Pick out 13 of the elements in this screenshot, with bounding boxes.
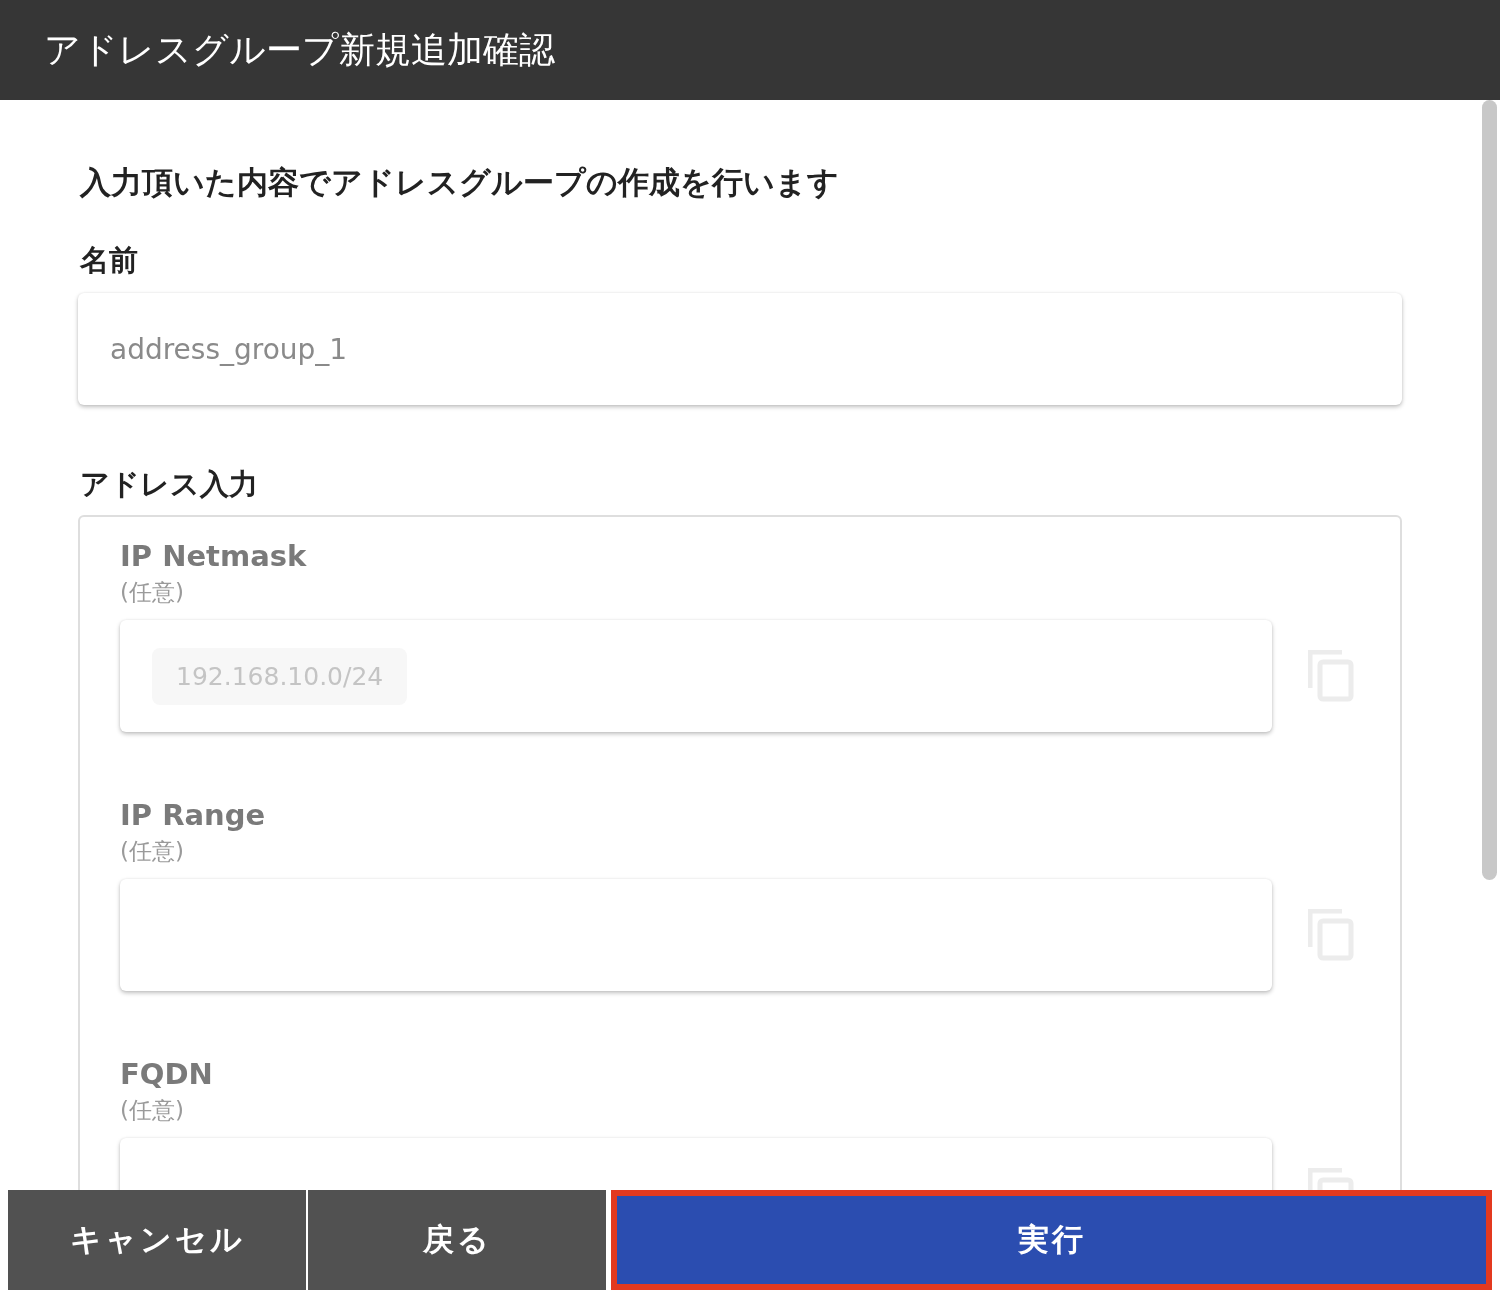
back-button[interactable]: 戻る	[308, 1190, 606, 1290]
window-title: アドレスグループ新規追加確認	[44, 27, 555, 72]
optional-note: (任意)	[120, 578, 185, 607]
section-label: アドレス入力	[80, 466, 259, 503]
field-label: FQDN	[120, 1057, 214, 1091]
field-label: 名前	[80, 242, 139, 279]
cancel-button[interactable]: キャンセル	[8, 1190, 306, 1290]
optional-note: (任意)	[120, 1096, 185, 1125]
field-label: IP Netmask	[120, 539, 308, 573]
optional-note: (任意)	[120, 837, 185, 866]
field-label: IP Range	[120, 798, 267, 832]
message-text: 入力頂いた内容でアドレスグループの作成を行います	[80, 163, 840, 202]
execute-button[interactable]: 実行	[611, 1190, 1492, 1290]
